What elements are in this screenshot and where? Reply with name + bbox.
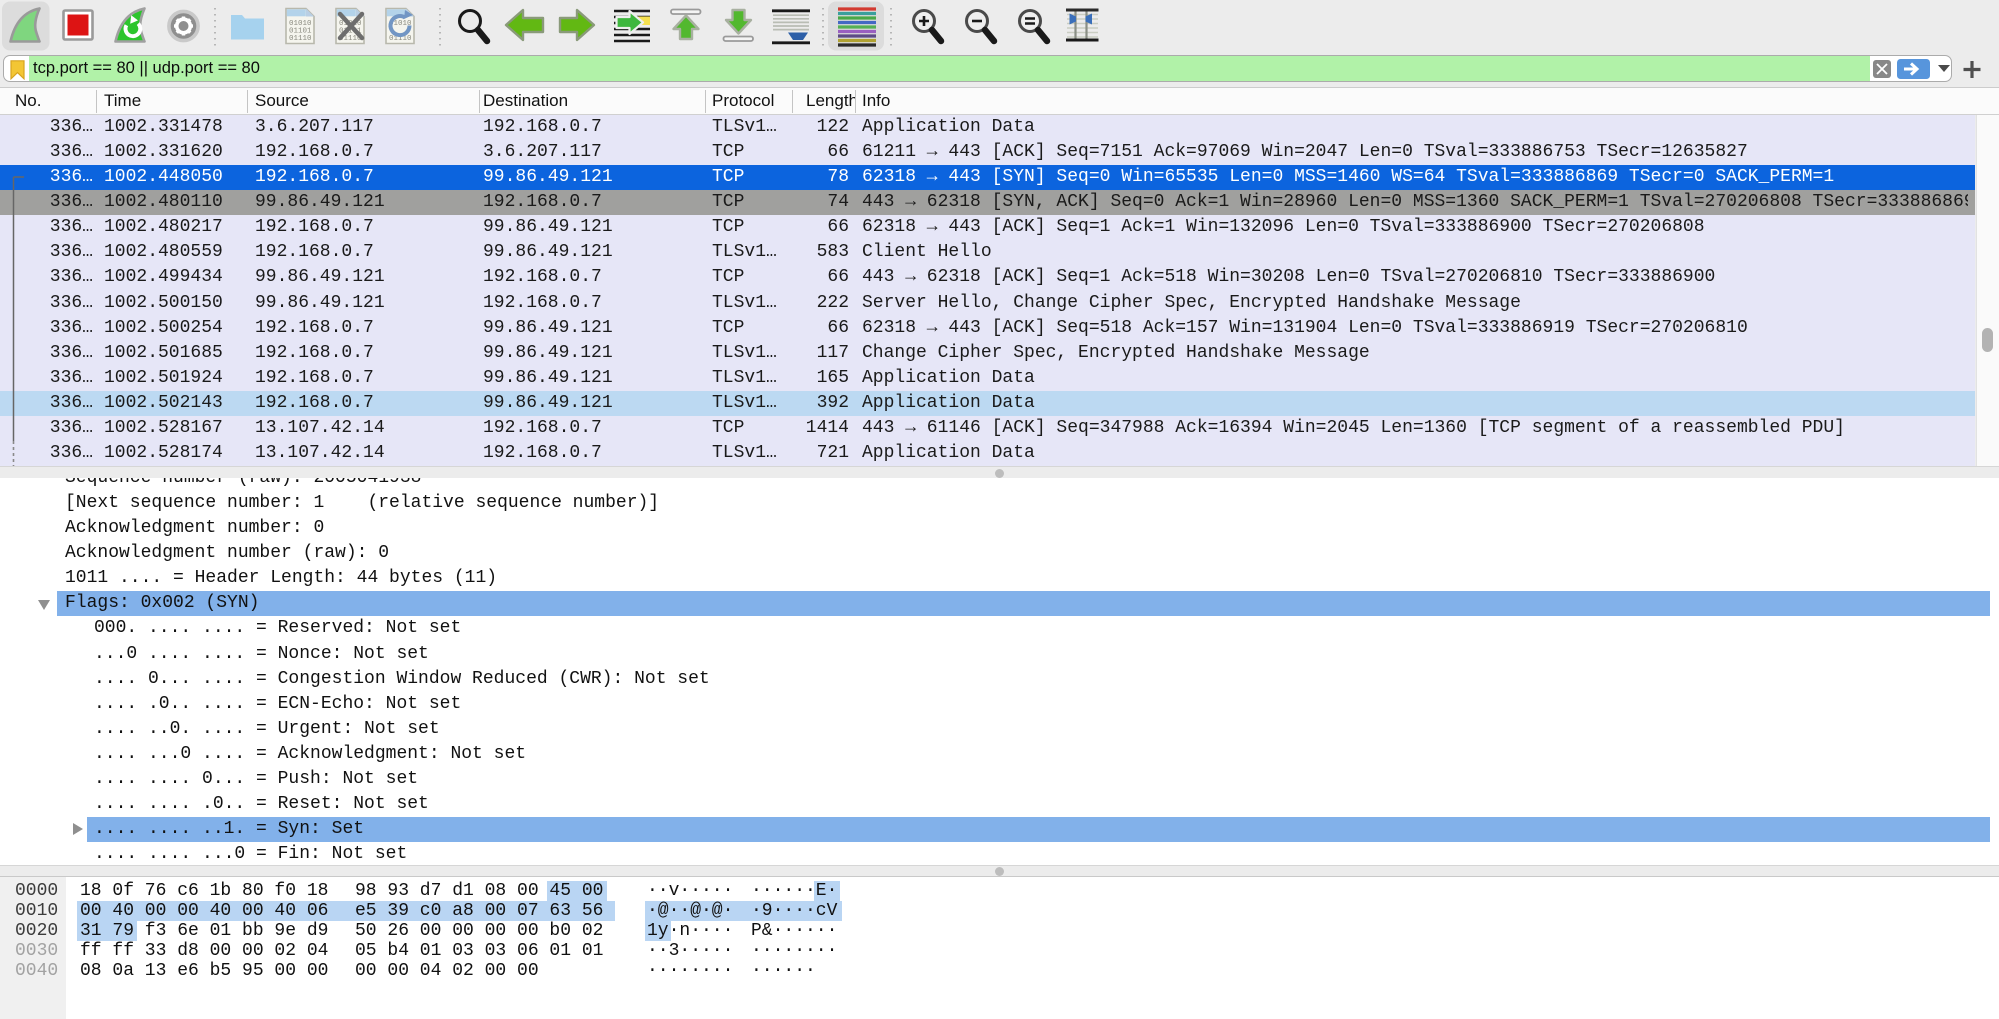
svg-text:01110: 01110 bbox=[289, 35, 312, 43]
